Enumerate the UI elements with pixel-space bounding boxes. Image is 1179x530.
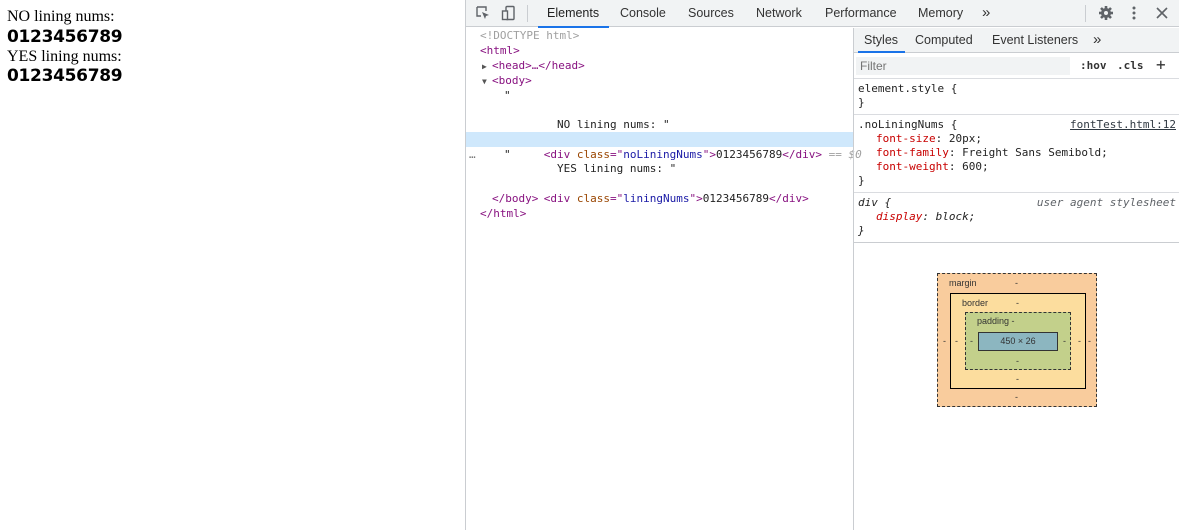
tab-sources[interactable]: Sources [688, 0, 734, 27]
rendered-page: NO lining nums: 0123456789 YES lining nu… [0, 0, 465, 530]
devtools-toolbar: Elements Console Sources Network Perform… [466, 0, 1179, 28]
margin-bottom-value[interactable]: - [1015, 392, 1018, 402]
padding-left-value[interactable]: - [970, 336, 973, 346]
selected-div-node[interactable]: … <div class="noLiningNums">0123456789</d… [466, 132, 862, 161]
subtab-computed[interactable]: Computed [915, 28, 973, 52]
inspect-icon[interactable] [475, 5, 491, 21]
html-node[interactable]: <html> [466, 43, 853, 58]
div-node-lining[interactable]: <div class="liningNums">0123456789</div> [466, 176, 853, 205]
rule-source-ua: user agent stylesheet [1036, 196, 1176, 209]
kebab-menu-icon[interactable] [1126, 5, 1142, 21]
text-node-yes-lining[interactable]: YES lining nums: " [466, 161, 853, 176]
border-label: border [962, 298, 989, 308]
gear-icon[interactable] [1098, 5, 1114, 21]
box-model-padding[interactable]: padding - - - - 450 × 26 [965, 312, 1071, 370]
doctype-node[interactable]: <!DOCTYPE html> [466, 28, 853, 43]
border-top-value[interactable]: - [1016, 298, 1019, 308]
box-model-margin[interactable]: margin - - - - border - - - - padding - … [937, 273, 1097, 407]
padding-bottom-value[interactable]: - [1016, 356, 1019, 366]
close-icon[interactable] [1154, 5, 1170, 21]
cls-toggle[interactable]: .cls [1117, 59, 1144, 72]
toolbar-separator [1085, 5, 1086, 22]
collapse-arrow-icon[interactable]: ▼ [482, 74, 492, 89]
hov-toggle[interactable]: :hov [1080, 59, 1107, 72]
text-node-no-lining[interactable]: NO lining nums: " [466, 117, 853, 132]
padding-label[interactable]: padding - [977, 316, 1015, 326]
margin-top-value[interactable]: - [1015, 278, 1018, 288]
tab-performance[interactable]: Performance [825, 0, 897, 27]
expand-arrow-icon[interactable]: ▶ [482, 59, 492, 74]
devtools-panel: Elements Console Sources Network Perform… [465, 0, 1179, 530]
filter-row: :hov .cls + [854, 53, 1179, 79]
no-lining-label: NO lining nums: [7, 8, 115, 25]
yes-lining-numbers: 0123456789 [7, 66, 123, 87]
body-node[interactable]: ▼ <body> [466, 73, 853, 88]
device-toggle-icon[interactable] [501, 5, 517, 21]
rule-nolining: .noLiningNums { fontTest.html:12 font-si… [854, 115, 1179, 193]
border-bottom-value[interactable]: - [1016, 374, 1019, 384]
more-tabs-button[interactable]: » [982, 0, 990, 27]
rule-close: } [858, 174, 865, 187]
border-right-value[interactable]: - [1078, 336, 1081, 346]
styles-filter-input[interactable] [856, 57, 1070, 75]
subtab-styles[interactable]: Styles [857, 28, 906, 53]
border-left-value[interactable]: - [955, 336, 958, 346]
subtab-event-listeners[interactable]: Event Listeners [992, 28, 1078, 52]
rule-selector[interactable]: element.style { [858, 82, 1175, 96]
html-close-node[interactable]: </html> [466, 206, 853, 221]
body-close-node[interactable]: </body> [466, 191, 853, 206]
declaration[interactable]: font-size: 20px; [858, 132, 1175, 146]
margin-label: margin [949, 278, 977, 288]
text-node-quote[interactable]: " [466, 147, 853, 162]
declaration[interactable]: font-family: Freight Sans Semibold; [858, 146, 1175, 160]
tab-console[interactable]: Console [620, 0, 666, 27]
styles-subtabs: Styles Computed Event Listeners » [854, 28, 1179, 53]
padding-right-value[interactable]: - [1063, 336, 1066, 346]
head-node[interactable]: ▶ <head>…</head> [466, 58, 853, 73]
rule-div-ua: div { user agent stylesheet display: blo… [854, 193, 1179, 243]
yes-lining-label: YES lining nums: [7, 47, 122, 65]
no-lining-numbers: 0123456789 [7, 26, 123, 47]
margin-left-value[interactable]: - [943, 336, 946, 346]
rule-close: } [858, 96, 865, 109]
elements-tree: <!DOCTYPE html> <html> ▶ <head>…</head> ▼… [466, 28, 862, 530]
subtabs-more-button[interactable]: » [1093, 28, 1101, 52]
tab-network[interactable]: Network [756, 0, 802, 27]
tab-memory[interactable]: Memory [918, 0, 963, 27]
toolbar-separator [527, 5, 528, 22]
declaration: display: block; [876, 210, 976, 223]
rule-source-link[interactable]: fontTest.html:12 [1070, 118, 1176, 131]
declaration[interactable]: font-weight: 600; [858, 160, 1175, 174]
add-rule-button[interactable]: + [1156, 55, 1166, 74]
rule-element-style: element.style { } [854, 79, 1179, 115]
tab-elements[interactable]: Elements [537, 0, 610, 28]
box-model-content[interactable]: 450 × 26 [978, 332, 1058, 351]
rule-close: } [858, 224, 865, 237]
box-model-border[interactable]: border - - - - padding - - - - 450 × 26 [950, 293, 1086, 389]
box-model-diagram: margin - - - - border - - - - padding - … [937, 273, 1097, 407]
margin-right-value[interactable]: - [1088, 336, 1091, 346]
styles-pane: Styles Computed Event Listeners » :hov .… [853, 28, 1179, 530]
text-node-quote[interactable]: " [466, 88, 853, 103]
